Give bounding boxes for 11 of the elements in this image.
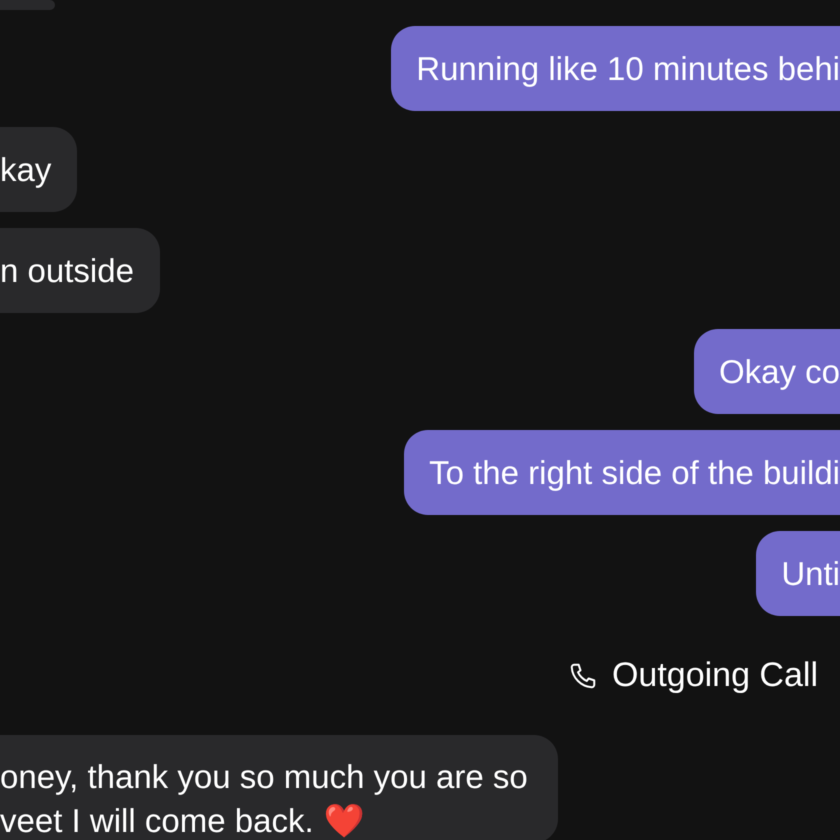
message-text: oney, thank you so much you are so	[0, 758, 528, 795]
message-text: To the right side of the buildi	[429, 454, 840, 491]
message-text: n outside	[0, 252, 134, 289]
message-text: Running like 10 minutes behi	[416, 50, 840, 87]
call-label: Outgoing Call	[612, 656, 818, 695]
heart-emoji: ❤	[324, 801, 365, 840]
message-text: Okay co	[718, 353, 840, 390]
message-text: Unti	[781, 555, 840, 592]
message-text: kay	[0, 151, 52, 188]
message-bubble	[0, 0, 55, 10]
message-text: veet I will come back.	[0, 802, 314, 839]
